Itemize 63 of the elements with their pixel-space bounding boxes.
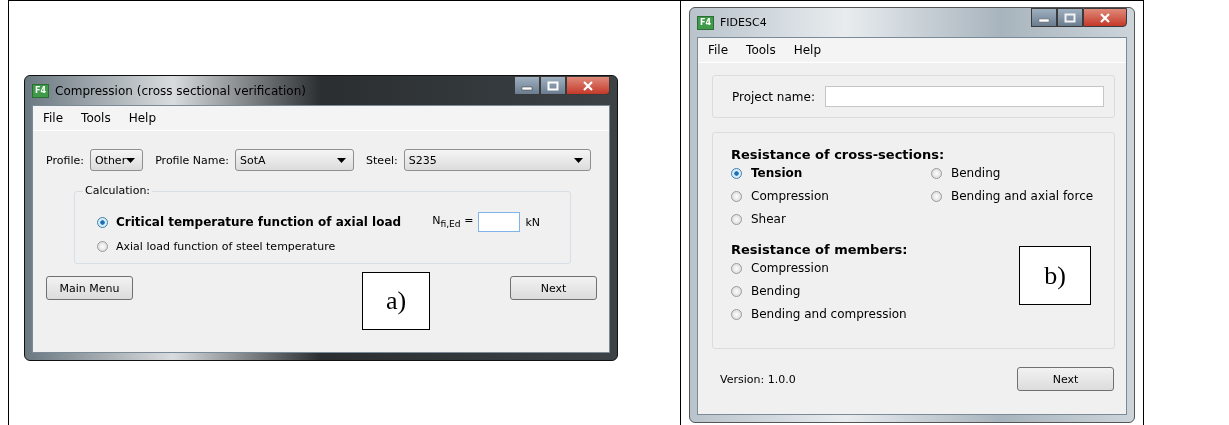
maximize-button[interactable] — [1057, 8, 1083, 27]
radio-button[interactable] — [731, 213, 742, 225]
radio-button[interactable] — [97, 216, 108, 228]
app-icon: F4 — [32, 83, 50, 98]
radio-button[interactable] — [731, 262, 742, 274]
section-heading: Resistance of members: — [731, 242, 908, 257]
version-label: Version: 1.0.0 — [720, 372, 796, 386]
caret-icon — [337, 157, 347, 163]
input-field[interactable] — [478, 212, 521, 232]
dropdown[interactable]: Other — [89, 149, 144, 171]
radio-button[interactable] — [731, 285, 742, 297]
window-title: FIDESC4 — [720, 16, 768, 29]
option-label: Bending and axial force — [951, 189, 1094, 203]
force-label: N$_{fi,Ed}$ = — [432, 214, 474, 230]
field-label: Profile Name: — [155, 153, 229, 167]
option-label: Axial load function of steel temperature — [116, 240, 336, 253]
close-icon — [1099, 12, 1111, 23]
field-label: Project name: — [732, 89, 815, 104]
option-label: Bending — [751, 284, 801, 298]
radio-button[interactable] — [931, 167, 942, 179]
radio-button[interactable] — [97, 241, 108, 252]
push-button[interactable]: Next — [1017, 367, 1114, 391]
radio-button[interactable] — [731, 167, 742, 179]
radio-button[interactable] — [731, 190, 742, 202]
option-label: Shear — [751, 212, 786, 226]
option-label: Bending — [951, 166, 1001, 180]
unit-label: kN — [525, 215, 540, 229]
menu-item[interactable]: Tools — [746, 43, 776, 57]
group-title: Calculation: — [83, 184, 153, 197]
maximize-icon — [1064, 12, 1076, 23]
option-label: Tension — [751, 166, 803, 180]
maximize-button[interactable] — [540, 76, 566, 95]
dropdown[interactable]: S235 — [403, 149, 591, 171]
radio-button[interactable] — [731, 308, 742, 320]
menu-item[interactable]: Help — [128, 111, 156, 125]
close-button[interactable] — [566, 76, 610, 95]
dropdown[interactable]: SotA — [235, 149, 355, 171]
option-label: Compression — [751, 261, 829, 275]
menu-item[interactable]: Help — [793, 43, 821, 57]
app-icon: F4 — [697, 15, 715, 30]
caret-icon — [574, 157, 583, 163]
maximize-icon — [547, 80, 559, 91]
radio-button[interactable] — [931, 190, 942, 202]
field-label: Steel: — [366, 153, 398, 167]
menu-item[interactable]: Tools — [81, 111, 111, 125]
window-title: Compression (cross sectional verification) — [55, 83, 307, 98]
option-label: Critical temperature function of axial load — [116, 215, 402, 229]
figure-caption: b) — [1019, 246, 1091, 305]
section-heading: Resistance of cross-sections: — [731, 147, 945, 162]
caret-icon — [126, 157, 136, 163]
option-label: Bending and compression — [751, 307, 907, 321]
menu-item[interactable]: File — [708, 43, 729, 57]
input-field[interactable] — [824, 86, 1104, 107]
push-button[interactable]: Main Menu — [46, 276, 133, 300]
close-button[interactable] — [1083, 8, 1127, 27]
push-button[interactable]: Next — [510, 276, 597, 300]
menu-item[interactable]: File — [43, 111, 64, 125]
minimize-button[interactable] — [1031, 8, 1057, 27]
minimize-button[interactable] — [514, 76, 540, 95]
field-label: Profile: — [46, 153, 84, 167]
close-icon — [582, 80, 594, 91]
figure-caption: a) — [362, 272, 430, 330]
option-label: Compression — [751, 189, 829, 203]
